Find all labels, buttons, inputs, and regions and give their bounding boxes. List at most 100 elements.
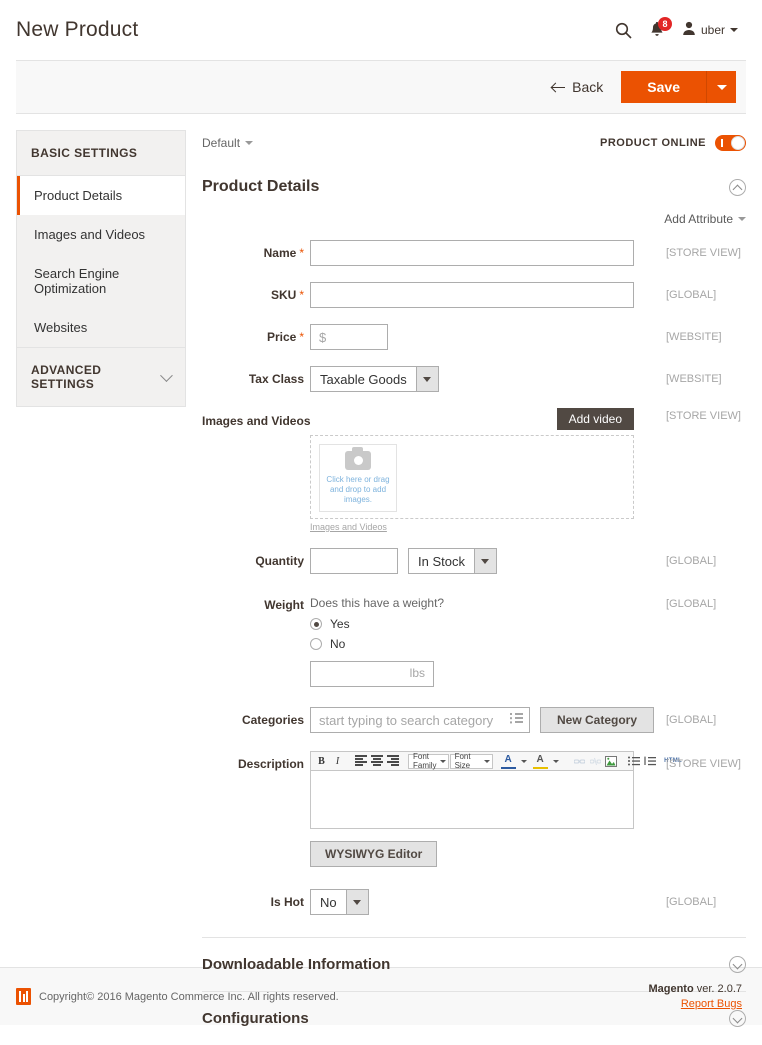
radio-no-label: No bbox=[330, 637, 346, 651]
sidebar-item-label: Images and Videos bbox=[34, 227, 146, 242]
page-actions-toolbar: Back Save bbox=[16, 60, 746, 114]
categories-input[interactable] bbox=[310, 707, 530, 733]
section-title: Product Details bbox=[202, 178, 320, 195]
numbered-list-icon[interactable] bbox=[643, 753, 658, 769]
report-bugs-link[interactable]: Report Bugs bbox=[648, 998, 742, 1010]
back-button[interactable]: Back bbox=[548, 73, 607, 101]
field-label: Name * bbox=[202, 240, 310, 260]
highlight-chevron-down-icon[interactable] bbox=[549, 753, 564, 769]
description-textarea[interactable] bbox=[310, 771, 634, 829]
field-label: SKU * bbox=[202, 282, 310, 302]
product-details-section-header: Product Details bbox=[202, 178, 746, 212]
align-left-icon[interactable] bbox=[353, 753, 368, 769]
image-dropzone[interactable]: Click here or drag and drop to add image… bbox=[310, 435, 634, 519]
camera-icon bbox=[345, 447, 371, 470]
page-main: BASIC SETTINGS Product Details Images an… bbox=[0, 114, 762, 1027]
search-icon[interactable] bbox=[615, 22, 632, 39]
field-label: Weight bbox=[264, 598, 304, 612]
highlight-color-icon[interactable]: A bbox=[532, 753, 548, 769]
expand-section-icon[interactable] bbox=[729, 956, 746, 973]
chevron-down-icon bbox=[415, 367, 438, 391]
sidebar: BASIC SETTINGS Product Details Images an… bbox=[16, 130, 186, 959]
sidebar-group-advanced-settings[interactable]: ADVANCED SETTINGS bbox=[16, 348, 186, 407]
price-input[interactable] bbox=[310, 324, 388, 350]
bold-icon[interactable]: B bbox=[314, 753, 329, 769]
dropzone-text: Click here or drag and drop to add image… bbox=[326, 475, 390, 504]
required-marker: * bbox=[299, 246, 304, 260]
version-info: Magento ver. 2.0.7 bbox=[648, 983, 742, 995]
new-category-button[interactable]: New Category bbox=[540, 707, 655, 733]
italic-icon[interactable]: I bbox=[330, 753, 345, 769]
field-control: No bbox=[310, 889, 660, 915]
chevron-down-icon bbox=[439, 759, 446, 763]
field-quantity: Quantity In Stock [GLOBAL] bbox=[202, 548, 746, 574]
font-size-label: Font Size bbox=[454, 752, 471, 770]
field-label: Description bbox=[237, 757, 304, 771]
weight-option-no[interactable]: No bbox=[310, 637, 345, 651]
stock-status-select[interactable]: In Stock bbox=[408, 548, 497, 574]
field-control: B I Font Family Font Size A A HTML WYSIW… bbox=[310, 751, 682, 867]
image-upload-placeholder[interactable]: Click here or drag and drop to add image… bbox=[319, 444, 397, 512]
insert-image-icon[interactable] bbox=[604, 753, 619, 769]
sidebar-item-images-and-videos[interactable]: Images and Videos bbox=[17, 215, 185, 254]
name-input[interactable] bbox=[310, 240, 634, 266]
sidebar-item-websites[interactable]: Websites bbox=[17, 308, 185, 347]
weight-question: Does this have a weight? bbox=[310, 596, 445, 610]
font-size-select[interactable]: Font Size bbox=[449, 752, 493, 770]
weight-input[interactable] bbox=[310, 661, 434, 687]
field-control bbox=[310, 324, 660, 350]
required-marker: * bbox=[299, 330, 304, 344]
images-and-videos-link[interactable]: Images and Videos bbox=[310, 522, 387, 532]
save-options-button[interactable] bbox=[706, 71, 736, 103]
sidebar-item-search-engine-optimization[interactable]: Search Engine Optimization bbox=[17, 254, 185, 308]
user-menu[interactable]: uber bbox=[682, 21, 738, 39]
unlink-icon bbox=[588, 753, 603, 769]
sku-input[interactable] bbox=[310, 282, 634, 308]
store-view-switcher[interactable]: Default bbox=[202, 136, 254, 150]
field-control: In Stock bbox=[310, 548, 660, 574]
bullet-list-icon[interactable] bbox=[627, 753, 642, 769]
tax-class-select[interactable]: Taxable Goods bbox=[310, 366, 439, 392]
add-video-button[interactable]: Add video bbox=[556, 408, 634, 430]
collapse-section-icon[interactable] bbox=[729, 178, 746, 196]
field-label: Tax Class bbox=[248, 372, 304, 386]
product-online-toggle[interactable] bbox=[715, 135, 746, 151]
notifications-bell-icon[interactable]: 8 bbox=[649, 16, 672, 39]
store-view-label: Default bbox=[202, 136, 241, 150]
field-scope: [GLOBAL] bbox=[666, 289, 717, 301]
add-attribute-button[interactable]: Add Attribute bbox=[664, 212, 746, 226]
radio-yes[interactable] bbox=[310, 618, 322, 630]
sidebar-item-label: Search Engine Optimization bbox=[34, 266, 120, 296]
font-family-select[interactable]: Font Family bbox=[408, 752, 449, 770]
description-editor: B I Font Family Font Size A A HTML bbox=[310, 751, 682, 829]
field-control: Taxable Goods bbox=[310, 366, 660, 392]
sidebar-group-label: ADVANCED SETTINGS bbox=[31, 363, 102, 391]
field-name: Name * [STORE VIEW] bbox=[202, 240, 746, 266]
page-header: New Product 8 uber bbox=[0, 0, 762, 60]
sidebar-group-basic-settings[interactable]: BASIC SETTINGS bbox=[16, 130, 186, 175]
chevron-down-icon bbox=[345, 890, 368, 914]
field-price: Price* [WEBSITE] bbox=[202, 324, 746, 350]
field-control bbox=[310, 240, 660, 266]
text-color-chevron-down-icon[interactable] bbox=[517, 753, 532, 769]
wysiwyg-editor-button[interactable]: WYSIWYG Editor bbox=[310, 841, 438, 867]
text-color-icon[interactable]: A bbox=[500, 753, 516, 769]
weight-option-yes[interactable]: Yes bbox=[310, 617, 350, 631]
quantity-input[interactable] bbox=[310, 548, 398, 574]
sidebar-item-product-details[interactable]: Product Details bbox=[17, 176, 185, 215]
align-right-icon[interactable] bbox=[385, 753, 400, 769]
version-number: ver. 2.0.7 bbox=[693, 983, 742, 995]
save-button[interactable]: Save bbox=[621, 71, 706, 103]
is-hot-select[interactable]: No bbox=[310, 889, 369, 915]
category-list-icon[interactable] bbox=[510, 713, 523, 726]
content-area: Default PRODUCT ONLINE Product Details A… bbox=[202, 130, 746, 1027]
field-scope: [WEBSITE] bbox=[666, 373, 722, 385]
toggle-on-bar bbox=[721, 139, 723, 147]
section-title: Downloadable Information bbox=[202, 956, 391, 973]
radio-no[interactable] bbox=[310, 638, 322, 650]
header-actions: 8 uber bbox=[615, 16, 738, 39]
align-center-icon[interactable] bbox=[369, 753, 384, 769]
add-attribute-label: Add Attribute bbox=[664, 212, 733, 226]
expand-section-icon[interactable] bbox=[729, 1010, 746, 1027]
store-switcher-row: Default PRODUCT ONLINE bbox=[202, 130, 746, 156]
